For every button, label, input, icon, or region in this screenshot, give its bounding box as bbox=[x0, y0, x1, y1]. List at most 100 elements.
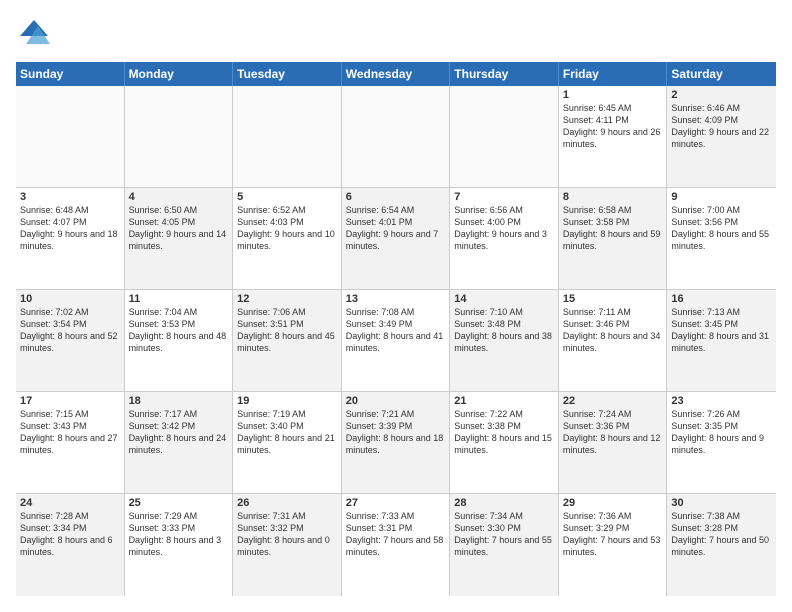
calendar-header-cell: Wednesday bbox=[342, 62, 451, 86]
day-info: Sunrise: 7:19 AM Sunset: 3:40 PM Dayligh… bbox=[237, 408, 337, 457]
calendar-cell: 26Sunrise: 7:31 AM Sunset: 3:32 PM Dayli… bbox=[233, 494, 342, 596]
day-number: 27 bbox=[346, 497, 446, 509]
day-number: 10 bbox=[20, 293, 120, 305]
calendar-cell: 6Sunrise: 6:54 AM Sunset: 4:01 PM Daylig… bbox=[342, 188, 451, 289]
day-number: 2 bbox=[671, 89, 772, 101]
day-number: 4 bbox=[129, 191, 229, 203]
day-info: Sunrise: 7:34 AM Sunset: 3:30 PM Dayligh… bbox=[454, 510, 554, 559]
day-number: 9 bbox=[671, 191, 772, 203]
calendar-header-cell: Tuesday bbox=[233, 62, 342, 86]
calendar-cell: 29Sunrise: 7:36 AM Sunset: 3:29 PM Dayli… bbox=[559, 494, 668, 596]
calendar-cell: 3Sunrise: 6:48 AM Sunset: 4:07 PM Daylig… bbox=[16, 188, 125, 289]
day-number: 20 bbox=[346, 395, 446, 407]
day-number: 22 bbox=[563, 395, 663, 407]
calendar-cell: 7Sunrise: 6:56 AM Sunset: 4:00 PM Daylig… bbox=[450, 188, 559, 289]
calendar-cell: 24Sunrise: 7:28 AM Sunset: 3:34 PM Dayli… bbox=[16, 494, 125, 596]
day-number: 21 bbox=[454, 395, 554, 407]
day-info: Sunrise: 7:24 AM Sunset: 3:36 PM Dayligh… bbox=[563, 408, 663, 457]
calendar-header-cell: Monday bbox=[125, 62, 234, 86]
calendar-cell: 15Sunrise: 7:11 AM Sunset: 3:46 PM Dayli… bbox=[559, 290, 668, 391]
day-number: 26 bbox=[237, 497, 337, 509]
day-info: Sunrise: 7:15 AM Sunset: 3:43 PM Dayligh… bbox=[20, 408, 120, 457]
day-number: 29 bbox=[563, 497, 663, 509]
calendar-week-row: 10Sunrise: 7:02 AM Sunset: 3:54 PM Dayli… bbox=[16, 290, 776, 392]
calendar-cell: 27Sunrise: 7:33 AM Sunset: 3:31 PM Dayli… bbox=[342, 494, 451, 596]
calendar: SundayMondayTuesdayWednesdayThursdayFrid… bbox=[16, 62, 776, 596]
calendar-cell: 9Sunrise: 7:00 AM Sunset: 3:56 PM Daylig… bbox=[667, 188, 776, 289]
calendar-cell: 16Sunrise: 7:13 AM Sunset: 3:45 PM Dayli… bbox=[667, 290, 776, 391]
calendar-cell: 10Sunrise: 7:02 AM Sunset: 3:54 PM Dayli… bbox=[16, 290, 125, 391]
day-number: 24 bbox=[20, 497, 120, 509]
day-info: Sunrise: 7:22 AM Sunset: 3:38 PM Dayligh… bbox=[454, 408, 554, 457]
day-info: Sunrise: 6:50 AM Sunset: 4:05 PM Dayligh… bbox=[129, 204, 229, 253]
calendar-cell bbox=[125, 86, 234, 187]
day-number: 11 bbox=[129, 293, 229, 305]
day-number: 14 bbox=[454, 293, 554, 305]
day-info: Sunrise: 7:36 AM Sunset: 3:29 PM Dayligh… bbox=[563, 510, 663, 559]
day-number: 28 bbox=[454, 497, 554, 509]
day-info: Sunrise: 6:48 AM Sunset: 4:07 PM Dayligh… bbox=[20, 204, 120, 253]
day-info: Sunrise: 7:10 AM Sunset: 3:48 PM Dayligh… bbox=[454, 306, 554, 355]
day-number: 6 bbox=[346, 191, 446, 203]
calendar-header: SundayMondayTuesdayWednesdayThursdayFrid… bbox=[16, 62, 776, 86]
calendar-body: 1Sunrise: 6:45 AM Sunset: 4:11 PM Daylig… bbox=[16, 86, 776, 596]
calendar-cell: 19Sunrise: 7:19 AM Sunset: 3:40 PM Dayli… bbox=[233, 392, 342, 493]
logo-icon bbox=[16, 16, 52, 52]
day-number: 17 bbox=[20, 395, 120, 407]
calendar-cell: 1Sunrise: 6:45 AM Sunset: 4:11 PM Daylig… bbox=[559, 86, 668, 187]
day-info: Sunrise: 6:45 AM Sunset: 4:11 PM Dayligh… bbox=[563, 102, 663, 151]
header bbox=[16, 16, 776, 52]
calendar-week-row: 3Sunrise: 6:48 AM Sunset: 4:07 PM Daylig… bbox=[16, 188, 776, 290]
day-info: Sunrise: 7:17 AM Sunset: 3:42 PM Dayligh… bbox=[129, 408, 229, 457]
day-info: Sunrise: 7:08 AM Sunset: 3:49 PM Dayligh… bbox=[346, 306, 446, 355]
day-info: Sunrise: 6:58 AM Sunset: 3:58 PM Dayligh… bbox=[563, 204, 663, 253]
calendar-cell: 8Sunrise: 6:58 AM Sunset: 3:58 PM Daylig… bbox=[559, 188, 668, 289]
calendar-cell bbox=[233, 86, 342, 187]
calendar-week-row: 17Sunrise: 7:15 AM Sunset: 3:43 PM Dayli… bbox=[16, 392, 776, 494]
logo bbox=[16, 16, 56, 52]
day-number: 1 bbox=[563, 89, 663, 101]
day-info: Sunrise: 7:31 AM Sunset: 3:32 PM Dayligh… bbox=[237, 510, 337, 559]
calendar-header-cell: Friday bbox=[559, 62, 668, 86]
day-info: Sunrise: 7:29 AM Sunset: 3:33 PM Dayligh… bbox=[129, 510, 229, 559]
calendar-header-cell: Saturday bbox=[667, 62, 776, 86]
calendar-cell: 25Sunrise: 7:29 AM Sunset: 3:33 PM Dayli… bbox=[125, 494, 234, 596]
day-info: Sunrise: 7:13 AM Sunset: 3:45 PM Dayligh… bbox=[671, 306, 772, 355]
calendar-header-cell: Thursday bbox=[450, 62, 559, 86]
day-number: 8 bbox=[563, 191, 663, 203]
day-info: Sunrise: 6:52 AM Sunset: 4:03 PM Dayligh… bbox=[237, 204, 337, 253]
day-number: 15 bbox=[563, 293, 663, 305]
calendar-cell: 28Sunrise: 7:34 AM Sunset: 3:30 PM Dayli… bbox=[450, 494, 559, 596]
calendar-cell: 14Sunrise: 7:10 AM Sunset: 3:48 PM Dayli… bbox=[450, 290, 559, 391]
page: SundayMondayTuesdayWednesdayThursdayFrid… bbox=[0, 0, 792, 612]
day-number: 23 bbox=[671, 395, 772, 407]
day-info: Sunrise: 7:06 AM Sunset: 3:51 PM Dayligh… bbox=[237, 306, 337, 355]
calendar-cell: 12Sunrise: 7:06 AM Sunset: 3:51 PM Dayli… bbox=[233, 290, 342, 391]
day-info: Sunrise: 7:11 AM Sunset: 3:46 PM Dayligh… bbox=[563, 306, 663, 355]
calendar-cell: 5Sunrise: 6:52 AM Sunset: 4:03 PM Daylig… bbox=[233, 188, 342, 289]
day-number: 16 bbox=[671, 293, 772, 305]
calendar-cell: 20Sunrise: 7:21 AM Sunset: 3:39 PM Dayli… bbox=[342, 392, 451, 493]
day-number: 7 bbox=[454, 191, 554, 203]
calendar-cell bbox=[16, 86, 125, 187]
day-info: Sunrise: 7:02 AM Sunset: 3:54 PM Dayligh… bbox=[20, 306, 120, 355]
day-info: Sunrise: 7:38 AM Sunset: 3:28 PM Dayligh… bbox=[671, 510, 772, 559]
day-number: 25 bbox=[129, 497, 229, 509]
day-info: Sunrise: 6:46 AM Sunset: 4:09 PM Dayligh… bbox=[671, 102, 772, 151]
day-number: 19 bbox=[237, 395, 337, 407]
calendar-header-cell: Sunday bbox=[16, 62, 125, 86]
day-number: 3 bbox=[20, 191, 120, 203]
day-number: 5 bbox=[237, 191, 337, 203]
day-info: Sunrise: 7:33 AM Sunset: 3:31 PM Dayligh… bbox=[346, 510, 446, 559]
day-number: 12 bbox=[237, 293, 337, 305]
day-number: 30 bbox=[671, 497, 772, 509]
calendar-cell: 4Sunrise: 6:50 AM Sunset: 4:05 PM Daylig… bbox=[125, 188, 234, 289]
calendar-week-row: 24Sunrise: 7:28 AM Sunset: 3:34 PM Dayli… bbox=[16, 494, 776, 596]
calendar-cell: 21Sunrise: 7:22 AM Sunset: 3:38 PM Dayli… bbox=[450, 392, 559, 493]
day-info: Sunrise: 7:26 AM Sunset: 3:35 PM Dayligh… bbox=[671, 408, 772, 457]
calendar-cell: 2Sunrise: 6:46 AM Sunset: 4:09 PM Daylig… bbox=[667, 86, 776, 187]
day-info: Sunrise: 7:28 AM Sunset: 3:34 PM Dayligh… bbox=[20, 510, 120, 559]
calendar-cell bbox=[450, 86, 559, 187]
calendar-cell: 18Sunrise: 7:17 AM Sunset: 3:42 PM Dayli… bbox=[125, 392, 234, 493]
day-info: Sunrise: 7:21 AM Sunset: 3:39 PM Dayligh… bbox=[346, 408, 446, 457]
